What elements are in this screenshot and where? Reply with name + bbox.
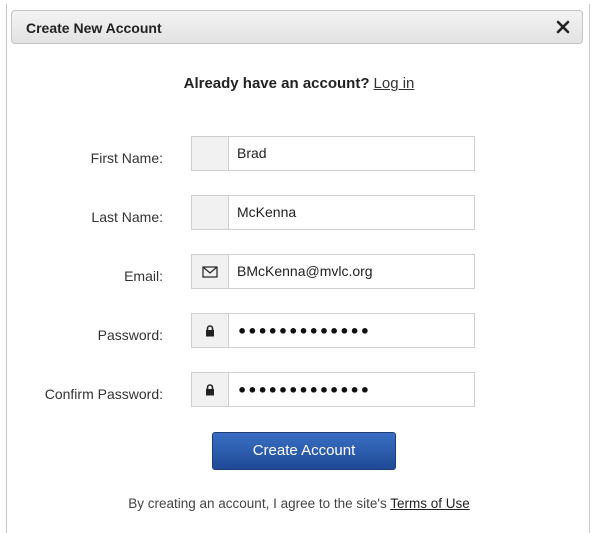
last-name-input[interactable] — [229, 196, 474, 229]
lock-icon — [206, 383, 214, 395]
confirm-password-addon — [192, 373, 229, 406]
password-addon — [192, 314, 229, 347]
last-name-addon — [192, 196, 229, 229]
terms-notice-text: By creating an account, I agree to the s… — [128, 496, 387, 511]
lock-icon — [206, 324, 214, 336]
dialog-title: Create New Account — [26, 20, 162, 36]
create-account-dialog: Create New Account Already have an accou… — [6, 4, 590, 533]
first-name-addon — [192, 137, 229, 170]
email-addon — [192, 255, 229, 288]
last-name-field-group — [191, 195, 475, 230]
confirm-password-input[interactable]: ••••••••••••• — [237, 381, 370, 400]
dialog-titlebar: Create New Account — [11, 10, 583, 44]
confirm-password-field-group: ••••••••••••• — [191, 372, 475, 407]
create-account-button[interactable]: Create Account — [212, 432, 396, 470]
first-name-input[interactable] — [229, 137, 474, 170]
first-name-label: First Name: — [90, 150, 163, 166]
first-name-field-group — [191, 136, 475, 171]
login-prompt-text: Already have an account? — [183, 75, 370, 92]
email-field-group — [191, 254, 475, 289]
password-input[interactable]: ••••••••••••• — [237, 322, 370, 341]
confirm-password-label: Confirm Password: — [44, 386, 163, 402]
last-name-label: Last Name: — [91, 209, 163, 225]
terms-of-use-link[interactable]: Terms of Use — [390, 496, 470, 511]
close-icon[interactable] — [554, 18, 572, 36]
envelope-icon — [202, 265, 218, 278]
terms-notice: By creating an account, I agree to the s… — [7, 496, 591, 511]
password-field-group: ••••••••••••• — [191, 313, 475, 348]
login-link[interactable]: Log in — [374, 75, 415, 92]
login-prompt: Already have an account? Log in — [7, 75, 591, 92]
password-label: Password: — [97, 327, 163, 343]
email-input[interactable] — [229, 255, 474, 288]
email-label: Email: — [124, 268, 163, 284]
